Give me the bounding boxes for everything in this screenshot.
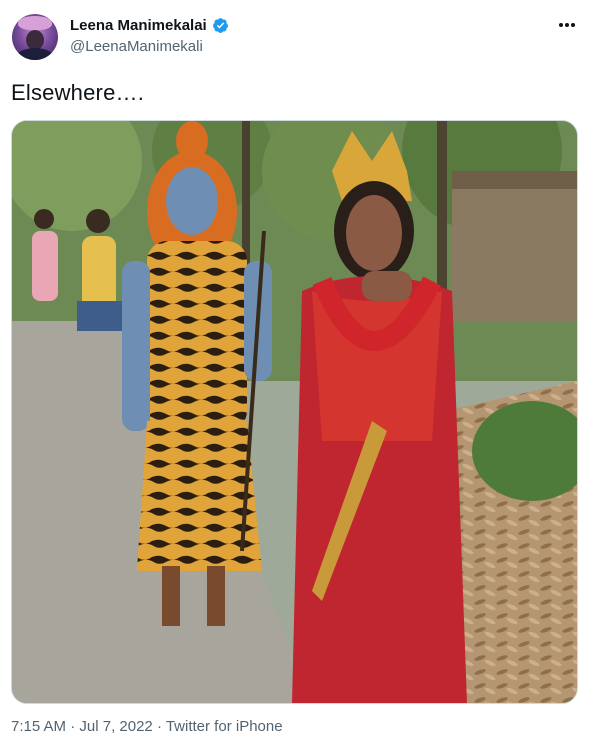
avatar-hat: [18, 16, 52, 30]
tweet-photo[interactable]: [11, 120, 578, 704]
tweet-date[interactable]: Jul 7, 2022: [79, 718, 152, 735]
meta-separator: ·: [152, 718, 166, 735]
more-dot: [571, 23, 576, 27]
tweet-meta: 7:15 AM · Jul 7, 2022 · Twitter for iPho…: [11, 718, 283, 735]
display-name[interactable]: Leena Manimekalai: [70, 17, 207, 34]
author-handle[interactable]: @LeenaManimekali: [70, 38, 203, 55]
tweet-source[interactable]: Twitter for iPhone: [166, 718, 283, 735]
avatar-face: [26, 30, 44, 50]
author-name-row[interactable]: Leena Manimekalai: [70, 17, 229, 34]
tweet-text: Elsewhere….: [11, 80, 145, 105]
meta-separator: ·: [66, 718, 80, 735]
more-horizontal-icon: [558, 23, 563, 27]
tweet-time[interactable]: 7:15 AM: [11, 718, 66, 735]
photo-illustration: [12, 121, 577, 703]
more-dot: [565, 23, 569, 27]
tweet[interactable]: Leena Manimekalai @LeenaManimekali Elsew…: [0, 0, 595, 756]
verified-badge-icon: [212, 18, 228, 33]
avatar[interactable]: [12, 14, 58, 60]
more-options-button[interactable]: [555, 14, 579, 36]
avatar-shoulders: [16, 48, 54, 60]
